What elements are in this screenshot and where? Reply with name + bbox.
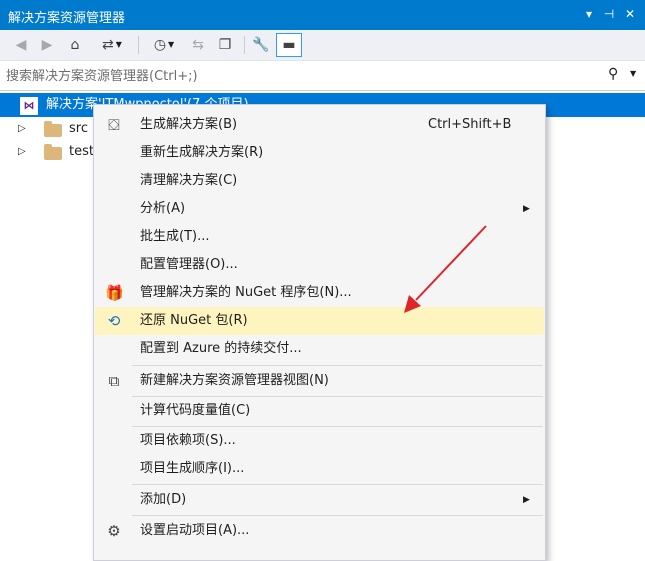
annotation-arrow	[404, 225, 487, 313]
